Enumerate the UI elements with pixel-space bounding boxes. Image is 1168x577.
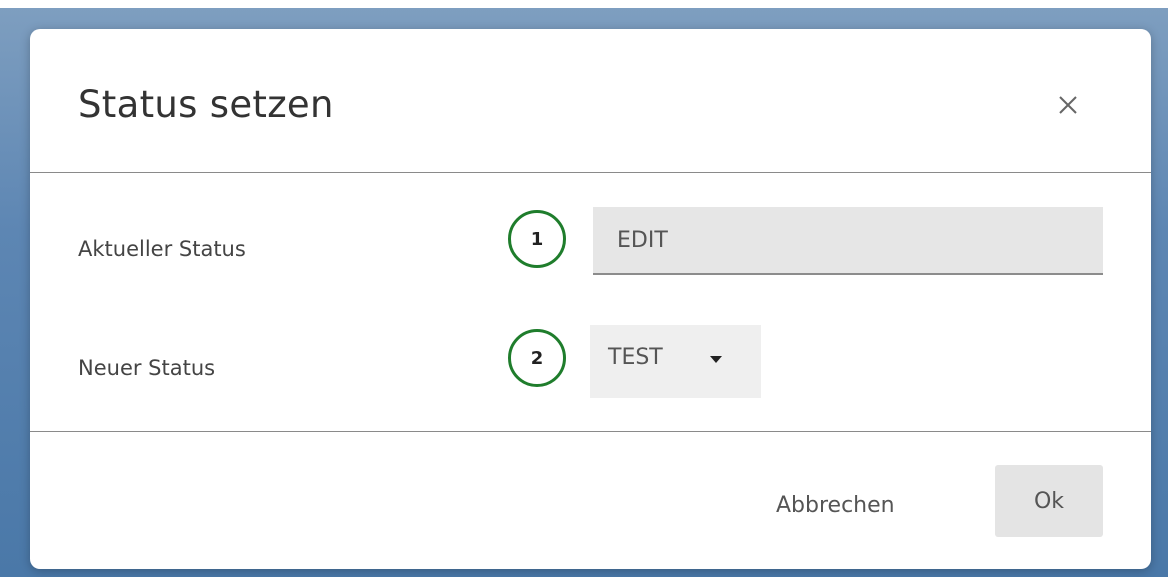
step-marker-1: 1 — [508, 210, 566, 268]
cancel-button[interactable]: Abbrechen — [768, 480, 903, 530]
ok-button[interactable]: Ok — [995, 465, 1103, 537]
step-marker-2: 2 — [508, 329, 566, 387]
new-status-value: TEST — [608, 345, 663, 370]
dialog-header: Status setzen — [30, 29, 1151, 173]
close-icon — [1059, 96, 1077, 114]
dialog-footer: Abbrechen Ok — [30, 432, 1151, 569]
current-status-label: Aktueller Status — [78, 237, 246, 261]
current-status-field[interactable] — [593, 207, 1103, 275]
new-status-select[interactable]: TEST — [590, 325, 761, 398]
caret-down-icon — [710, 356, 722, 363]
close-button[interactable] — [1050, 87, 1086, 123]
status-dialog: Status setzen Aktueller Status 1 Neuer S… — [30, 29, 1151, 569]
dialog-body: Aktueller Status 1 Neuer Status 2 TEST — [30, 173, 1151, 432]
new-status-label: Neuer Status — [78, 356, 216, 380]
dialog-title: Status setzen — [78, 83, 334, 126]
